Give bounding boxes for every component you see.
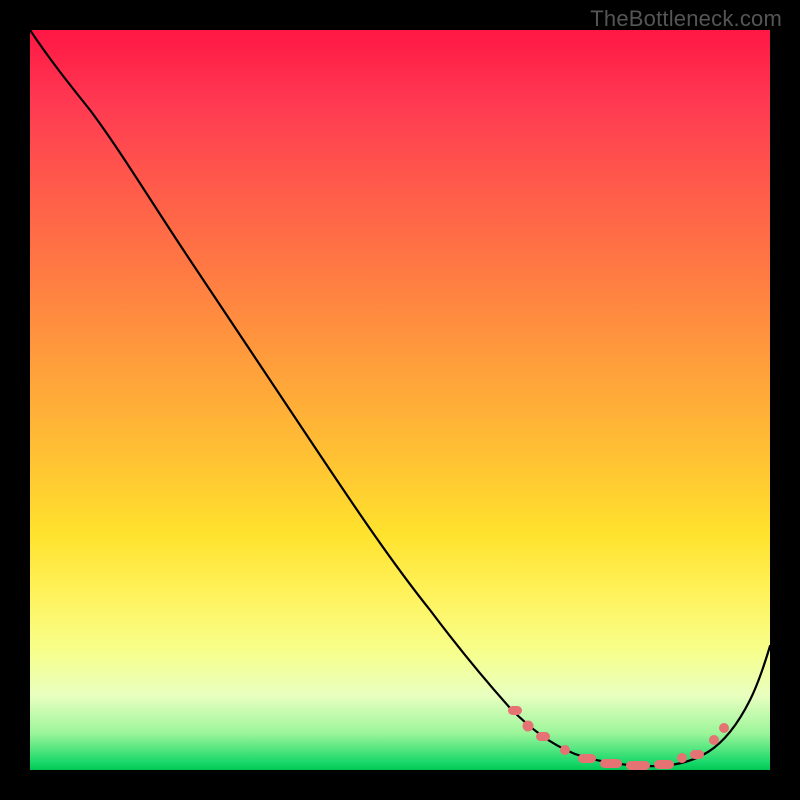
bottleneck-curve: [30, 30, 770, 766]
marker-pill: [600, 759, 622, 768]
marker-dot: [677, 753, 687, 763]
marker-pill: [508, 706, 522, 715]
marker-pill: [578, 754, 596, 763]
marker-pill: [690, 750, 704, 759]
curve-svg: [30, 30, 770, 770]
chart-frame: TheBottleneck.com: [0, 0, 800, 800]
marker-pill: [536, 732, 550, 741]
plot-area: [30, 30, 770, 770]
marker-dot: [709, 735, 719, 745]
marker-pill: [626, 761, 650, 770]
watermark-text: TheBottleneck.com: [590, 6, 782, 32]
marker-dot: [523, 721, 534, 732]
marker-dot: [560, 745, 570, 755]
marker-dot: [719, 723, 729, 733]
marker-pill: [654, 760, 674, 769]
